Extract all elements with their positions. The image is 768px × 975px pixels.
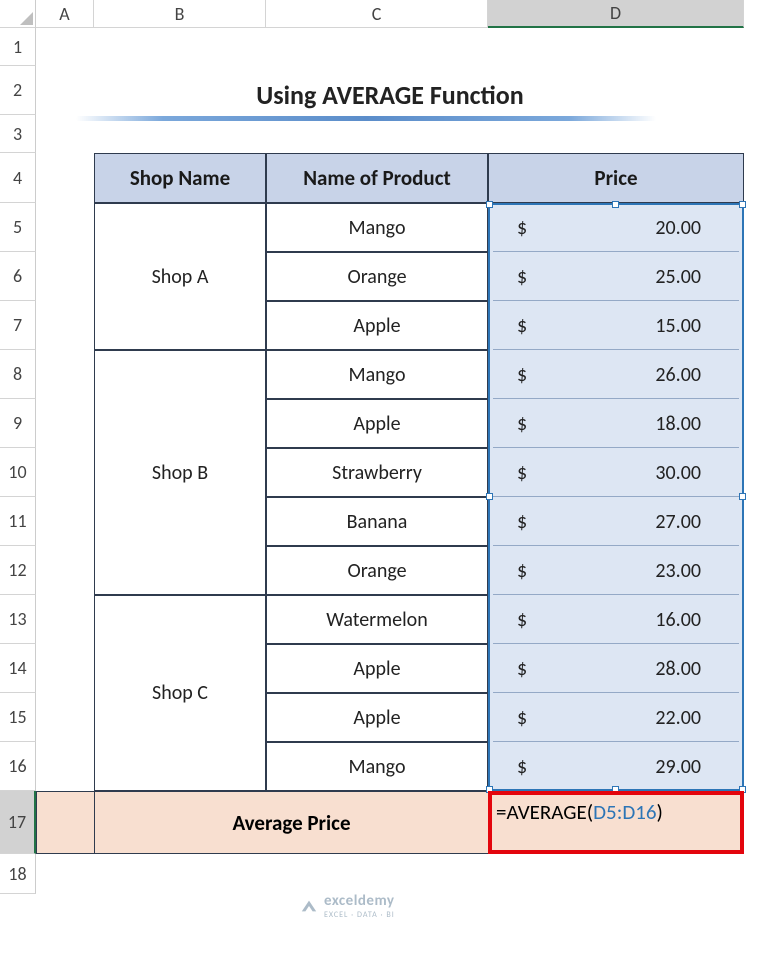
currency-symbol: $ xyxy=(517,755,527,779)
formula-prefix: =AVERAGE( xyxy=(496,799,593,825)
watermark: exceldemy EXCEL · DATA · BI xyxy=(300,892,395,920)
cell-shop-a[interactable]: Shop A xyxy=(94,203,266,350)
row-header-6[interactable]: 6 xyxy=(0,252,36,301)
row-header-2[interactable]: 2 xyxy=(0,66,36,115)
watermark-tagline: EXCEL · DATA · BI xyxy=(324,910,395,920)
price-value: 27.00 xyxy=(655,510,701,534)
row-header-3[interactable]: 3 xyxy=(0,115,36,153)
price-value: 26.00 xyxy=(655,363,701,387)
currency-symbol: $ xyxy=(517,706,527,730)
currency-symbol: $ xyxy=(517,510,527,534)
currency-symbol: $ xyxy=(517,461,527,485)
price-value: 25.00 xyxy=(655,265,701,289)
cell-product[interactable]: Apple xyxy=(266,693,488,742)
row-header-14[interactable]: 14 xyxy=(0,644,36,693)
column-header-D[interactable]: D xyxy=(488,0,744,28)
cell-shop-b[interactable]: Shop B xyxy=(94,350,266,595)
cell-product[interactable]: Watermelon xyxy=(266,595,488,644)
cell-product[interactable]: Mango xyxy=(266,203,488,252)
cell-price[interactable]: $20.00 xyxy=(488,203,744,252)
cell-product[interactable]: Apple xyxy=(266,399,488,448)
cell-price[interactable]: $18.00 xyxy=(488,399,744,448)
row-header-4[interactable]: 4 xyxy=(0,153,36,203)
cell-price[interactable]: $26.00 xyxy=(488,350,744,399)
cell-price[interactable]: $23.00 xyxy=(488,546,744,595)
cell-product[interactable]: Apple xyxy=(266,301,488,350)
column-header-A[interactable]: A xyxy=(36,0,94,28)
cell-product[interactable]: Apple xyxy=(266,644,488,693)
cell-price[interactable]: $28.00 xyxy=(488,644,744,693)
cell-product[interactable]: Orange xyxy=(266,252,488,301)
header-shop[interactable]: Shop Name xyxy=(94,153,266,203)
row-header-12[interactable]: 12 xyxy=(0,546,36,595)
row-header-15[interactable]: 15 xyxy=(0,693,36,742)
cell-product[interactable]: Mango xyxy=(266,742,488,791)
currency-symbol: $ xyxy=(517,265,527,289)
cell-price[interactable]: $15.00 xyxy=(488,301,744,350)
select-all-corner[interactable] xyxy=(0,0,36,28)
watermark-name: exceldemy xyxy=(324,892,395,910)
row-header-9[interactable]: 9 xyxy=(0,399,36,448)
row-header-10[interactable]: 10 xyxy=(0,448,36,497)
row-header-1[interactable]: 1 xyxy=(0,28,36,66)
header-product[interactable]: Name of Product xyxy=(266,153,488,203)
row-header-8[interactable]: 8 xyxy=(0,350,36,399)
cell-shop-c[interactable]: Shop C xyxy=(94,595,266,791)
currency-symbol: $ xyxy=(517,657,527,681)
price-value: 20.00 xyxy=(655,216,701,240)
row-header-18[interactable]: 18 xyxy=(0,854,36,894)
avg-row-spacer xyxy=(36,791,94,854)
cell-product[interactable]: Mango xyxy=(266,350,488,399)
formula-edit-cell[interactable]: =AVERAGE(D5:D16) xyxy=(488,791,744,854)
watermark-logo-icon xyxy=(300,897,318,915)
currency-symbol: $ xyxy=(517,216,527,240)
row-header-7[interactable]: 7 xyxy=(0,301,36,350)
currency-symbol: $ xyxy=(517,559,527,583)
cell-product[interactable]: Banana xyxy=(266,497,488,546)
price-value: 23.00 xyxy=(655,559,701,583)
currency-symbol: $ xyxy=(517,314,527,338)
title-underline xyxy=(36,66,744,115)
formula-suffix: ) xyxy=(657,799,663,825)
cell-price[interactable]: $27.00 xyxy=(488,497,744,546)
row-header-16[interactable]: 16 xyxy=(0,742,36,791)
column-header-B[interactable]: B xyxy=(94,0,266,28)
price-value: 28.00 xyxy=(655,657,701,681)
row-header-13[interactable]: 13 xyxy=(0,595,36,644)
cell-price[interactable]: $29.00 xyxy=(488,742,744,791)
spreadsheet-grid: A B C D 1 2 3 4 5 6 7 8 9 10 11 12 13 14… xyxy=(0,0,768,894)
cell-product[interactable]: Strawberry xyxy=(266,448,488,497)
cell-price[interactable]: $30.00 xyxy=(488,448,744,497)
price-value: 22.00 xyxy=(655,706,701,730)
price-value: 30.00 xyxy=(655,461,701,485)
currency-symbol: $ xyxy=(517,412,527,436)
cell-price[interactable]: $25.00 xyxy=(488,252,744,301)
price-value: 18.00 xyxy=(655,412,701,436)
price-value: 16.00 xyxy=(655,608,701,632)
currency-symbol: $ xyxy=(517,363,527,387)
header-price[interactable]: Price xyxy=(488,153,744,203)
cell-price[interactable]: $22.00 xyxy=(488,693,744,742)
currency-symbol: $ xyxy=(517,608,527,632)
row-header-17[interactable]: 17 xyxy=(0,791,36,854)
cell-product[interactable]: Orange xyxy=(266,546,488,595)
column-header-C[interactable]: C xyxy=(266,0,488,28)
cell-price[interactable]: $16.00 xyxy=(488,595,744,644)
average-price-label[interactable]: Average Price xyxy=(94,791,488,854)
price-value: 29.00 xyxy=(655,755,701,779)
row-header-5[interactable]: 5 xyxy=(0,203,36,252)
formula-reference: D5:D16 xyxy=(593,799,656,825)
price-value: 15.00 xyxy=(655,314,701,338)
row-header-11[interactable]: 11 xyxy=(0,497,36,546)
